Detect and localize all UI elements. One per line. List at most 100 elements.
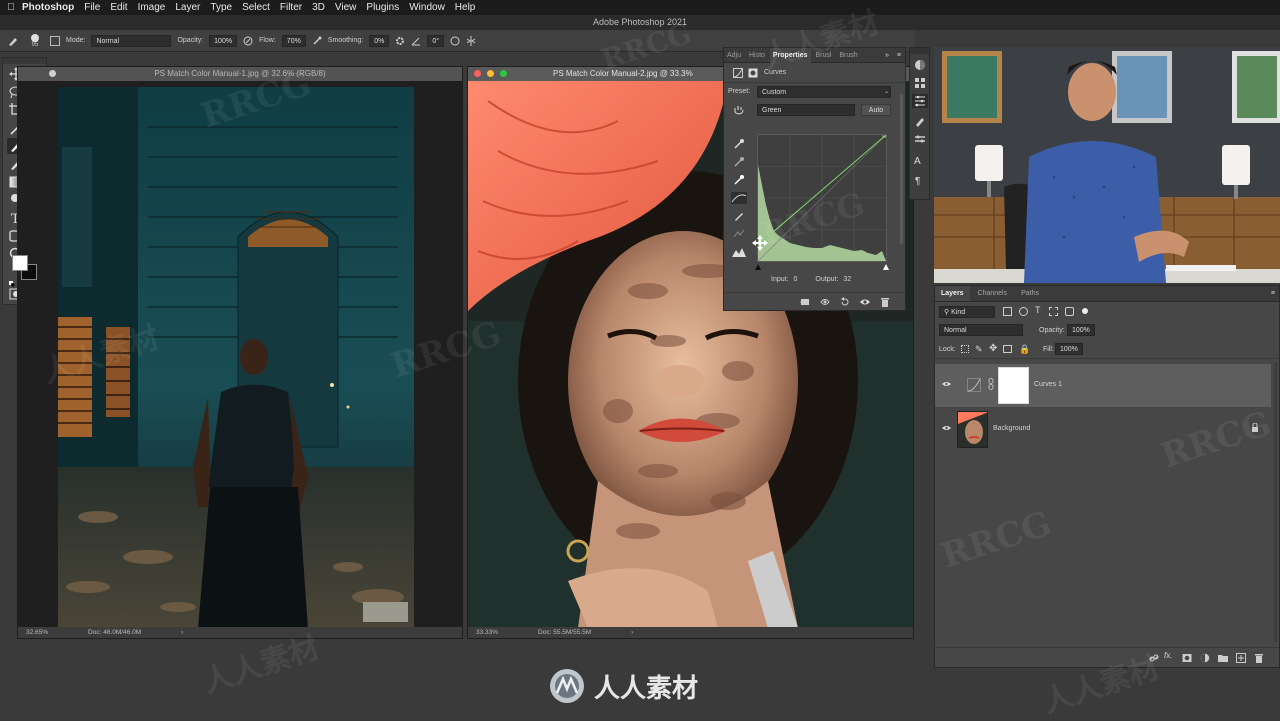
properties-scrollbar[interactable] (900, 94, 903, 244)
paragraph-panel-icon[interactable]: ¶ (915, 176, 927, 188)
document-2-status-arrow-icon[interactable]: › (631, 627, 633, 638)
draw-curve-pencil-icon[interactable] (733, 210, 745, 222)
add-layer-mask-icon[interactable] (1182, 653, 1192, 663)
preset-dropdown[interactable]: Custom (757, 86, 891, 98)
layer-mask-thumbnail[interactable] (998, 367, 1029, 404)
layer-filter-kind-dropdown[interactable]: ⚲ Kind (939, 306, 995, 318)
foreground-color-swatch[interactable] (12, 255, 28, 271)
airbrush-icon[interactable] (312, 36, 322, 46)
menu-3d[interactable]: 3D (312, 2, 333, 13)
filter-type-layers-icon[interactable]: T (1035, 305, 1041, 315)
tab-brushes[interactable]: Brush (836, 48, 860, 63)
document-2-zoom[interactable]: 33.33% (476, 627, 498, 638)
character-panel-icon[interactable]: A (914, 156, 926, 168)
apple-icon[interactable]:  (0, 2, 22, 13)
menu-edit[interactable]: Edit (110, 2, 135, 13)
input-value[interactable]: 0 (790, 276, 808, 283)
sample-black-point-eyedropper-icon[interactable] (733, 138, 745, 150)
smoothing-field[interactable]: 0% (369, 34, 390, 47)
layer-visibility-eye-icon[interactable] (942, 381, 951, 387)
menu-app-name[interactable]: Photoshop (22, 2, 82, 13)
mode-dropdown[interactable]: Normal (91, 34, 172, 47)
layers-panel-menu-icon[interactable]: ≡ (1271, 286, 1275, 302)
opacity-field[interactable]: 100% (209, 34, 238, 47)
menu-plugins[interactable]: Plugins (366, 2, 407, 13)
tab-adjustments[interactable]: Adju (724, 48, 744, 63)
tab-channels[interactable]: Channels (972, 286, 1014, 301)
lock-position-icon[interactable]: ✥ (989, 343, 997, 354)
swatches-panel-icon[interactable] (914, 76, 926, 88)
color-panel-icon[interactable] (914, 58, 926, 70)
delete-layer-trash-icon[interactable] (1254, 653, 1264, 663)
menu-select[interactable]: Select (242, 2, 278, 13)
link-layers-icon[interactable] (1149, 653, 1159, 663)
document-1-status-arrow-icon[interactable]: › (181, 627, 183, 638)
brush-tool-icon[interactable] (6, 34, 20, 48)
layer-visibility-eye-icon[interactable] (942, 425, 951, 431)
clipping-warning-icon[interactable] (731, 246, 747, 258)
smooth-curve-icon[interactable] (733, 228, 745, 240)
menu-type[interactable]: Type (210, 2, 240, 13)
menu-view[interactable]: View (335, 2, 365, 13)
angle-field[interactable]: 0° (427, 34, 445, 47)
blend-mode-dropdown[interactable]: Normal (939, 324, 1023, 336)
lock-all-icon[interactable]: 🔒 (1019, 344, 1030, 355)
layer-opacity-field[interactable]: 100% (1067, 324, 1095, 336)
sample-white-point-eyedropper-icon[interactable] (733, 174, 745, 186)
document-1-canvas-area[interactable] (18, 81, 462, 628)
menu-filter[interactable]: Filter (280, 2, 310, 13)
tab-history[interactable]: Histo (746, 48, 768, 63)
brush-settings-panel-icon[interactable] (914, 114, 926, 127)
document-2-zoom-button[interactable] (500, 70, 507, 77)
document-1-zoom[interactable]: 32.65% (26, 627, 48, 638)
flow-field[interactable]: 70% (281, 34, 306, 47)
view-previous-state-icon[interactable] (820, 297, 830, 307)
smoothing-settings-gear-icon[interactable] (395, 36, 405, 46)
menu-window[interactable]: Window (409, 2, 453, 13)
brush-preset-picker[interactable]: 95 (26, 33, 44, 48)
menu-file[interactable]: File (84, 2, 108, 13)
pressure-opacity-icon[interactable] (243, 36, 253, 46)
layer-name[interactable]: Curves 1 (1034, 381, 1062, 388)
input-levels-slider[interactable] (755, 264, 889, 270)
channel-dropdown[interactable]: Green (757, 104, 855, 116)
clip-to-layer-icon[interactable] (800, 297, 810, 307)
auto-button[interactable]: Auto (861, 104, 891, 116)
white-point-slider-handle[interactable] (883, 264, 889, 270)
tools-grip[interactable] (3, 58, 46, 64)
layer-name[interactable]: Background (993, 425, 1030, 432)
filter-toggle-icon[interactable] (1082, 308, 1088, 314)
layer-mask-icon[interactable] (748, 68, 758, 78)
tab-layers[interactable]: Layers (935, 286, 970, 301)
symmetry-icon[interactable] (466, 35, 476, 46)
document-2-doc-size[interactable]: Doc: 55.5M/55.5M (538, 627, 591, 638)
filter-smart-objects-icon[interactable] (1065, 307, 1074, 316)
delete-adjustment-trash-icon[interactable] (880, 297, 890, 307)
lock-artboard-icon[interactable] (1003, 345, 1012, 353)
panel-menu-icon[interactable]: ≡ (897, 48, 901, 63)
document-2-minimize-button[interactable] (487, 70, 494, 77)
menu-image[interactable]: Image (138, 2, 174, 13)
side-strip-grip[interactable] (910, 48, 929, 54)
filter-pixel-layers-icon[interactable] (1003, 307, 1012, 316)
new-group-folder-icon[interactable] (1218, 653, 1228, 663)
adjustments-panel-icon[interactable] (912, 94, 928, 108)
panel-collapse-icon[interactable]: » (885, 48, 889, 63)
reset-adjustment-icon[interactable] (840, 297, 850, 307)
output-value[interactable]: 32 (840, 276, 858, 283)
menu-help[interactable]: Help (455, 2, 484, 13)
targeted-adjustment-hand-icon[interactable] (733, 105, 745, 115)
tab-brush-settings[interactable]: Brusl (812, 48, 834, 63)
layer-row-background[interactable]: Background (935, 408, 1271, 451)
new-layer-icon[interactable] (1236, 653, 1246, 663)
filter-shape-layers-icon[interactable] (1049, 307, 1058, 316)
layer-styles-fx-icon[interactable]: fx. (1164, 651, 1172, 660)
mask-link-chain-icon[interactable] (988, 378, 994, 390)
sample-gray-point-eyedropper-icon[interactable] (733, 156, 745, 168)
new-adjustment-layer-icon[interactable] (1200, 653, 1210, 663)
filter-adjustment-layers-icon[interactable] (1019, 307, 1028, 316)
layer-row-curves-1[interactable]: Curves 1 (935, 364, 1271, 407)
document-1-titlebar[interactable]: PS Match Color Manual-1.jpg @ 32.6% (RGB… (18, 67, 462, 81)
fill-field[interactable]: 100% (1055, 343, 1083, 355)
document-2-close-button[interactable] (474, 70, 481, 77)
